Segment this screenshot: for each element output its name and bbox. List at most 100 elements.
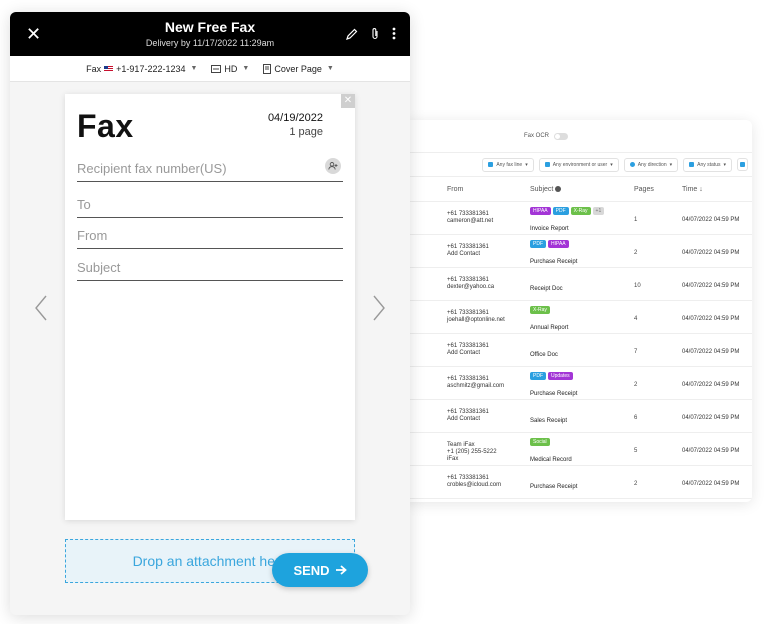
column-time[interactable]: Time ↓ [682, 186, 703, 193]
inbox-rows: +61 733381361 cameron@att.net HIPAA PDF X-Ra… [404, 202, 752, 499]
table-row[interactable]: +61 733381361 Add Contact PDF HIPAA Purchase… [404, 235, 752, 268]
fax-ocr-toggle[interactable] [554, 132, 569, 140]
filter-fax-line[interactable]: Any fax line ▾ [482, 157, 534, 172]
row-from: Team iFax +1 (205) 255-5222 iFax [447, 442, 497, 462]
table-row[interactable]: +61 733381361 cameron@att.net HIPAA PDF X-Ra… [404, 202, 752, 235]
row-time: 04/07/2022 04:59 PM [682, 316, 740, 322]
row-subject: Social Medical Record [530, 438, 572, 463]
tag-badge: HIPAA [548, 240, 569, 248]
more-filter-icon [740, 162, 745, 167]
table-row[interactable]: +61 733381361 crobles@icloud.com Purchase … [404, 466, 752, 499]
row-subject: Receipt Doc [530, 286, 563, 292]
sort-down-icon: ↓ [699, 186, 703, 193]
row-pages: 4 [634, 316, 638, 322]
table-row[interactable]: +61 733381361 Add Contact Office Doc 7 04/07… [404, 334, 752, 367]
row-from: +61 733381361 Add Contact [447, 343, 489, 356]
previous-page-arrow-icon[interactable] [34, 294, 48, 322]
row-time: 04/07/2022 04:59 PM [682, 382, 740, 388]
send-arrow-icon [335, 565, 347, 575]
fax-inbox-panel: Fax OCR Any fax line ▾ Any environment o… [404, 120, 752, 502]
quality-icon [211, 64, 222, 73]
tag-list: PDF HIPAA [530, 240, 577, 248]
row-pages: 1 [634, 217, 638, 223]
chevron-down-icon: ▼ [190, 65, 198, 72]
table-row[interactable]: +61 733381361 joehall@optonline.net X-Ray A… [404, 301, 752, 334]
row-time: 04/07/2022 04:59 PM [682, 349, 740, 355]
tag-badge: HIPAA [530, 207, 551, 215]
tag-list: X-Ray [530, 306, 568, 314]
tag-badge: Social [530, 438, 550, 446]
cover-page-selector[interactable]: Cover Page ▼ [263, 63, 334, 74]
row-time: 04/07/2022 04:59 PM [682, 283, 740, 289]
contacts-icon[interactable] [325, 158, 341, 174]
tag-list: Social [530, 438, 572, 446]
row-from: +61 733381361 Add Contact [447, 409, 489, 422]
row-subject: X-Ray Annual Report [530, 306, 569, 331]
send-button[interactable]: SEND [272, 553, 368, 587]
fax-composer: ✕ New Free Fax Delivery by 11/17/2022 11… [10, 12, 410, 615]
fax-line-icon [488, 162, 494, 167]
pencil-icon[interactable] [346, 28, 358, 40]
tag-badge: PDF [530, 372, 546, 380]
tag-badge: PDF [552, 207, 569, 215]
tag-badge: X-Ray [570, 207, 591, 215]
remove-page-close-icon[interactable]: ✕ [341, 94, 355, 108]
direction-icon [629, 162, 635, 167]
tag-badge: X-Ray [530, 306, 550, 314]
row-from: +61 733381361 aschmitz@gmail.com [447, 376, 505, 389]
more-vertical-icon[interactable] [392, 27, 396, 40]
tag-badge: +1 [592, 207, 605, 215]
row-pages: 5 [634, 448, 638, 454]
info-icon [555, 186, 562, 193]
next-page-arrow-icon[interactable] [372, 294, 386, 322]
column-subject[interactable]: Subject [530, 186, 562, 193]
fax-ocr-label: Fax OCR [524, 133, 550, 139]
recipient-fax-input[interactable]: Recipient fax number(US) [77, 158, 343, 182]
row-subject: PDF HIPAA Purchase Receipt [530, 240, 578, 265]
tag-badge: PDF [530, 240, 546, 248]
row-from: +61 733381361 dexter@yahoo.ca [447, 277, 495, 290]
row-from: +61 733381361 joehall@optonline.net [447, 310, 505, 323]
inbox-filters: Any fax line ▾ Any environment or user ▾… [404, 152, 752, 176]
cover-page-icon [263, 63, 272, 74]
row-from: +61 733381361 cameron@att.net [447, 211, 494, 224]
fax-page-count: 1 page [289, 126, 323, 138]
row-time: 04/07/2022 04:59 PM [682, 217, 740, 223]
quality-selector[interactable]: HD ▼ [211, 64, 249, 74]
row-subject: Sales Receipt [530, 418, 568, 424]
table-row[interactable]: Team iFax +1 (205) 255-5222 iFax Social Medi… [404, 433, 752, 466]
row-pages: 7 [634, 349, 638, 355]
row-pages: 2 [634, 250, 638, 256]
inbox-table-header: From Subject Pages Time ↓ [404, 176, 752, 202]
row-pages: 2 [634, 481, 638, 487]
row-time: 04/07/2022 04:59 PM [682, 415, 740, 421]
filter-more[interactable] [737, 158, 748, 171]
inbox-top-bar: Fax OCR [404, 120, 752, 152]
row-pages: 10 [634, 283, 641, 289]
composer-titlebar: ✕ New Free Fax Delivery by 11/17/2022 11… [10, 12, 410, 56]
composer-toolbar: Fax +1-917-222-1234 ▼ HD ▼ Cover Page ▼ [10, 56, 410, 82]
filter-direction[interactable]: Any direction ▾ [623, 157, 679, 172]
table-row[interactable]: +61 733381361 dexter@yahoo.ca Receipt Doc 1… [404, 268, 752, 301]
chevron-down-icon: ▼ [242, 65, 250, 72]
row-subject: PDF Updates Purchase Receipt [530, 372, 578, 397]
table-row[interactable]: +61 733381361 Add Contact Sales Receipt 6 04… [404, 400, 752, 433]
fax-number-selector[interactable]: Fax +1-917-222-1234 ▼ [86, 64, 197, 74]
tag-badge: Updates [548, 372, 573, 380]
column-from[interactable]: From [447, 186, 463, 193]
us-flag-icon [104, 65, 114, 72]
column-pages[interactable]: Pages [634, 186, 654, 193]
filter-status[interactable]: Any status ▾ [683, 157, 732, 172]
table-row[interactable]: +61 733381361 aschmitz@gmail.com PDF Update… [404, 367, 752, 400]
subject-input[interactable]: Subject [77, 260, 343, 281]
row-subject: Office Doc [530, 352, 558, 358]
from-input[interactable]: From [77, 228, 343, 249]
to-input[interactable]: To [77, 197, 343, 218]
environment-icon [544, 162, 550, 167]
chevron-down-icon: ▼ [326, 65, 334, 72]
row-pages: 2 [634, 382, 638, 388]
row-subject: Purchase Receipt [530, 484, 578, 490]
filter-environment[interactable]: Any environment or user ▾ [538, 157, 619, 172]
paperclip-icon[interactable] [370, 27, 380, 40]
row-time: 04/07/2022 04:59 PM [682, 481, 740, 487]
